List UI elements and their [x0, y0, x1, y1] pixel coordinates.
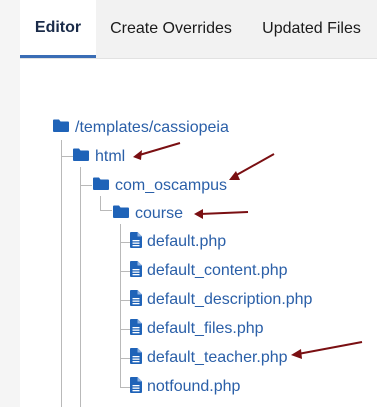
file-label: default_description.php — [147, 291, 313, 308]
file-label: default_files.php — [147, 320, 264, 337]
tree-file-notfound[interactable]: notfound.php — [130, 376, 240, 398]
file-label: default_content.php — [147, 262, 288, 279]
file-label: default.php — [147, 233, 227, 250]
tree-guide-line — [120, 242, 130, 243]
folder-label: course — [135, 205, 184, 222]
tree-file-default-files[interactable]: default_files.php — [130, 318, 264, 340]
tree-guide-line — [100, 196, 101, 210]
tree-guide-line — [80, 167, 81, 407]
tree-guide-line — [120, 387, 130, 388]
file-icon — [130, 347, 142, 369]
tree-guide-line — [120, 358, 130, 359]
tree-guide-line — [120, 300, 130, 301]
folder-icon — [113, 205, 129, 223]
file-icon — [130, 260, 142, 282]
file-label: notfound.php — [147, 378, 241, 395]
tree-guide-line — [61, 156, 73, 157]
tree-folder-com-oscampus[interactable]: com_oscampus — [93, 175, 227, 197]
tree-guide-line — [61, 140, 62, 407]
tree-folder-html[interactable]: html — [73, 146, 125, 168]
tree-file-default[interactable]: default.php — [130, 231, 226, 253]
tree-folder-course[interactable]: course — [113, 203, 183, 225]
file-tree: /templates/cassiopeia html com_oscampus … — [0, 0, 377, 407]
tree-guide-line — [80, 185, 92, 186]
folder-icon — [53, 119, 69, 137]
file-icon — [130, 231, 142, 253]
tree-file-default-content[interactable]: default_content.php — [130, 260, 288, 282]
tree-guide-line — [120, 271, 130, 272]
tree-guide-line — [120, 329, 130, 330]
folder-icon — [73, 148, 89, 166]
tree-folder-root[interactable]: /templates/cassiopeia — [53, 117, 229, 139]
tree-file-default-teacher[interactable]: default_teacher.php — [130, 347, 288, 369]
folder-icon — [93, 177, 109, 195]
file-label: default_teacher.php — [147, 349, 288, 366]
folder-label: /templates/cassiopeia — [75, 119, 229, 136]
file-icon — [130, 318, 142, 340]
template-editor-panel: Editor Create Overrides Updated Files /t… — [0, 0, 377, 407]
tree-guide-line — [100, 210, 112, 211]
file-icon — [130, 376, 142, 398]
folder-label: html — [95, 148, 126, 165]
folder-label: com_oscampus — [115, 177, 228, 194]
tree-file-default-description[interactable]: default_description.php — [130, 289, 312, 311]
file-icon — [130, 289, 142, 311]
tree-guide-line — [120, 224, 121, 387]
